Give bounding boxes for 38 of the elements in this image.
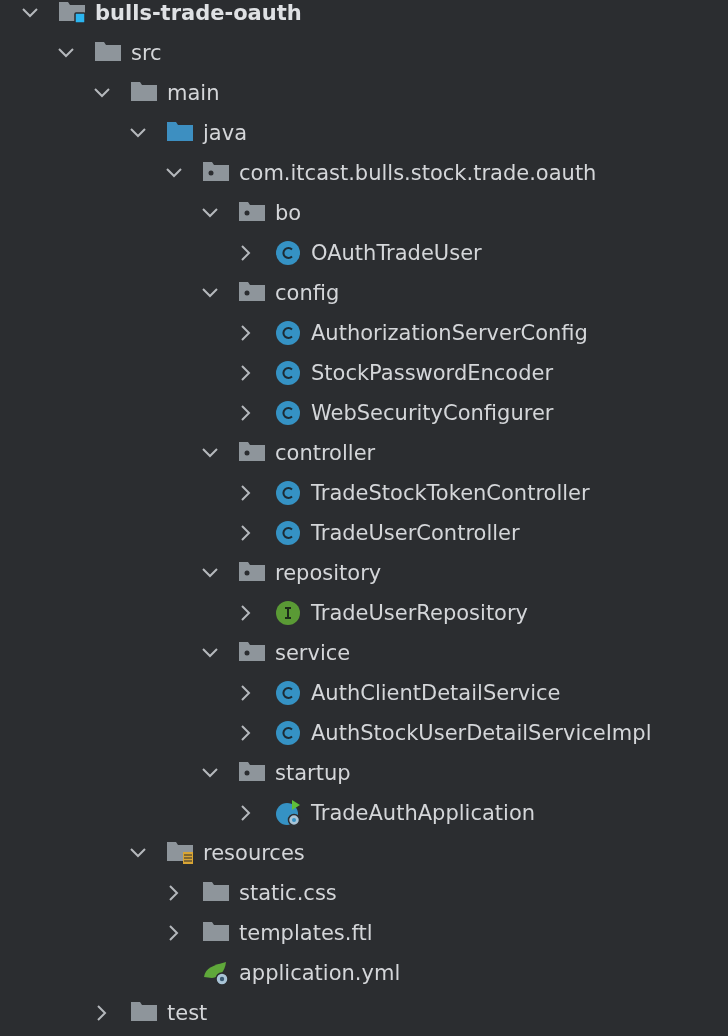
tree-item-label[interactable]: AuthorizationServerConfig [311, 321, 588, 345]
tree-item-label[interactable]: AuthClientDetailService [311, 681, 561, 705]
tree-item-label[interactable]: templates.ftl [239, 921, 373, 945]
tree-item-label[interactable]: repository [275, 561, 382, 585]
class-icon [274, 239, 302, 267]
class-icon [274, 479, 302, 507]
class-icon [274, 319, 302, 347]
tree-item-label[interactable]: TradeUserRepository [311, 601, 529, 625]
class-icon [274, 679, 302, 707]
tree-item-label[interactable]: bulls-trade-oauth [95, 1, 302, 25]
tree-item-label[interactable]: test [167, 1001, 208, 1025]
class-icon [274, 359, 302, 387]
tree-item-label[interactable]: src [131, 41, 162, 65]
class-icon [274, 399, 302, 427]
tree-item-label[interactable]: TradeAuthApplication [311, 801, 536, 825]
tree-item-label[interactable]: bo [275, 201, 302, 225]
tree-item-label[interactable]: TradeUserController [311, 521, 520, 545]
spring-app-icon [274, 799, 302, 827]
tree-item-label[interactable]: TradeStockTokenController [311, 481, 590, 505]
tree-item-label[interactable]: resources [203, 841, 305, 865]
tree-item-label[interactable]: controller [275, 441, 376, 465]
tree-item-label[interactable]: service [275, 641, 351, 665]
tree-item-label[interactable]: OAuthTradeUser [311, 241, 482, 265]
yaml-config-icon [202, 959, 230, 987]
tree-item-label[interactable]: startup [275, 761, 351, 785]
tree-item-label[interactable]: com.itcast.bulls.stock.trade.oauth [239, 161, 597, 185]
tree-item-label[interactable]: application.yml [239, 961, 401, 985]
tree-item-label[interactable]: config [275, 281, 340, 305]
tree-item-label[interactable]: WebSecurityConfigurer [311, 401, 554, 425]
tree-item-label[interactable]: static.css [239, 881, 337, 905]
tree-item-label[interactable]: AuthStockUserDetailServiceImpl [311, 721, 652, 745]
class-icon [274, 519, 302, 547]
tree-item-label[interactable]: StockPasswordEncoder [311, 361, 554, 385]
resource-folder-icon [166, 839, 194, 867]
interface-icon [274, 599, 302, 627]
tree-item-label[interactable]: main [167, 81, 220, 105]
tree-item-label[interactable]: java [203, 121, 247, 145]
class-icon [274, 719, 302, 747]
